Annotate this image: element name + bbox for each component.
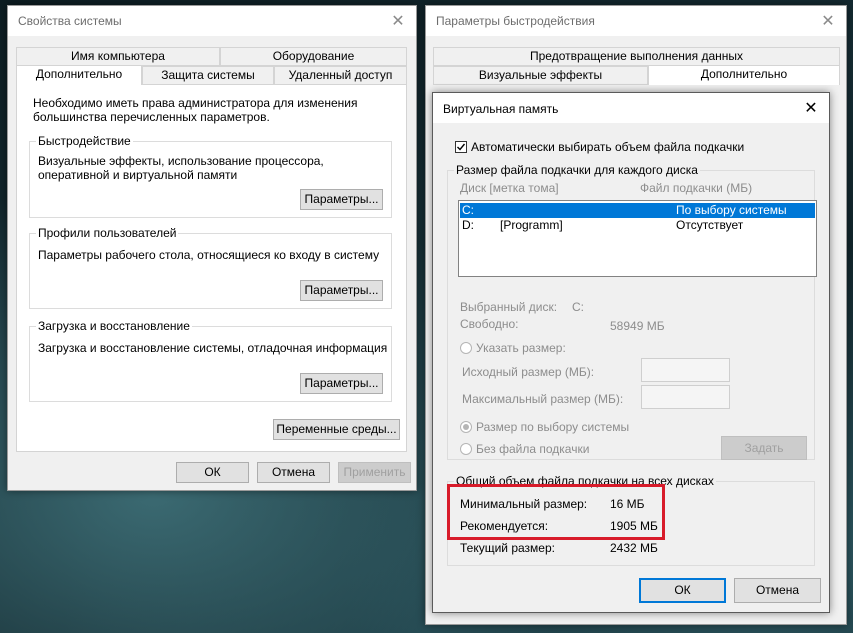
admin-note: Необходимо иметь права администратора дл… [33, 96, 358, 124]
window-title: Виртуальная память [443, 102, 559, 116]
startup-settings-button[interactable]: Параметры... [300, 373, 383, 394]
drive-letter: D: [462, 218, 474, 232]
window-title: Свойства системы [18, 14, 122, 28]
close-icon[interactable]: ✕ [380, 6, 416, 36]
per-drive-group: Размер файла подкачки для каждого диска … [447, 163, 817, 460]
environment-variables-button[interactable]: Переменные среды... [273, 419, 400, 440]
checkmark-icon [457, 143, 466, 151]
system-properties-body: Имя компьютера Оборудование Дополнительн… [8, 36, 416, 490]
max-size-input[interactable] [641, 385, 730, 409]
tab-advanced[interactable]: Дополнительно [16, 65, 142, 85]
performance-group: Быстродействие Визуальные эффекты, испол… [29, 134, 392, 218]
cancel-button[interactable]: Отмена [257, 462, 330, 483]
selected-drive-value: C: [572, 300, 584, 314]
cancel-button[interactable]: Отмена [734, 578, 821, 603]
set-button[interactable]: Задать [721, 436, 807, 460]
initial-size-label: Исходный размер (МБ): [462, 365, 595, 379]
custom-size-radio[interactable] [460, 342, 472, 354]
startup-group: Загрузка и восстановление Загрузка и вос… [29, 319, 392, 402]
selected-drive-label: Выбранный диск: [460, 300, 558, 314]
close-icon[interactable]: ✕ [793, 93, 829, 123]
system-properties-titlebar[interactable]: Свойства системы ✕ [8, 6, 416, 36]
highlight-box [447, 484, 665, 540]
tab-hardware[interactable]: Оборудование [220, 47, 407, 66]
profiles-group: Профили пользователей Параметры рабочего… [29, 226, 392, 309]
no-paging-label[interactable]: Без файла подкачки [476, 442, 589, 456]
tab-advanced[interactable]: Дополнительно [648, 65, 840, 85]
performance-desc: Визуальные эффекты, использование процес… [38, 154, 324, 182]
startup-title: Загрузка и восстановление [36, 319, 192, 333]
tab-computer-name[interactable]: Имя компьютера [16, 47, 220, 66]
window-title: Параметры быстродействия [436, 14, 595, 28]
drive-label: [Programm] [500, 218, 563, 232]
col-drive-header: Диск [метка тома] [460, 181, 559, 195]
drive-paging: Отсутствует [676, 218, 744, 232]
tab-system-protection[interactable]: Защита системы [142, 66, 274, 85]
system-managed-radio[interactable] [460, 421, 472, 433]
drive-paging: По выбору системы [676, 203, 787, 217]
initial-size-input[interactable] [641, 358, 730, 382]
custom-size-label[interactable]: Указать размер: [476, 341, 566, 355]
performance-title: Быстродействие [36, 134, 133, 148]
tab-remote[interactable]: Удаленный доступ [274, 66, 407, 85]
drive-row-c[interactable]: C: По выбору системы [460, 203, 815, 218]
free-value: 58949 МБ [610, 319, 665, 333]
startup-desc: Загрузка и восстановление системы, отлад… [38, 341, 388, 355]
apply-button[interactable]: Применить [338, 462, 411, 483]
max-size-label: Максимальный размер (МБ): [462, 392, 624, 406]
current-size-label: Текущий размер: [460, 541, 555, 555]
per-drive-title: Размер файла подкачки для каждого диска [454, 163, 700, 177]
free-label: Свободно: [460, 317, 519, 331]
tab-dep[interactable]: Предотвращение выполнения данных [433, 47, 840, 66]
auto-manage-checkbox[interactable] [455, 141, 467, 153]
performance-options-titlebar[interactable]: Параметры быстродействия ✕ [426, 6, 846, 36]
advanced-panel: Необходимо иметь права администратора дл… [16, 84, 407, 452]
profiles-desc: Параметры рабочего стола, относящиеся ко… [38, 248, 380, 262]
drive-list[interactable]: C: По выбору системы D: [Programm] Отсут… [458, 200, 817, 277]
auto-manage-label[interactable]: Автоматически выбирать объем файла подка… [471, 140, 744, 154]
ok-button[interactable]: ОК [639, 578, 726, 603]
performance-settings-button[interactable]: Параметры... [300, 189, 383, 210]
no-paging-radio[interactable] [460, 443, 472, 455]
profiles-settings-button[interactable]: Параметры... [300, 280, 383, 301]
col-paging-header: Файл подкачки (МБ) [640, 181, 753, 195]
tab-visual-effects[interactable]: Визуальные эффекты [433, 66, 648, 85]
virtual-memory-titlebar[interactable]: Виртуальная память ✕ [433, 93, 829, 123]
current-size-value: 2432 МБ [610, 541, 658, 555]
ok-button[interactable]: ОК [176, 462, 249, 483]
profiles-title: Профили пользователей [36, 226, 179, 240]
system-managed-label[interactable]: Размер по выбору системы [476, 420, 629, 434]
close-icon[interactable]: ✕ [810, 6, 846, 36]
drive-row-d[interactable]: D: [Programm] Отсутствует [460, 218, 815, 233]
drive-letter: C: [462, 203, 474, 217]
system-properties-window: Свойства системы ✕ Имя компьютера Оборуд… [7, 5, 417, 491]
